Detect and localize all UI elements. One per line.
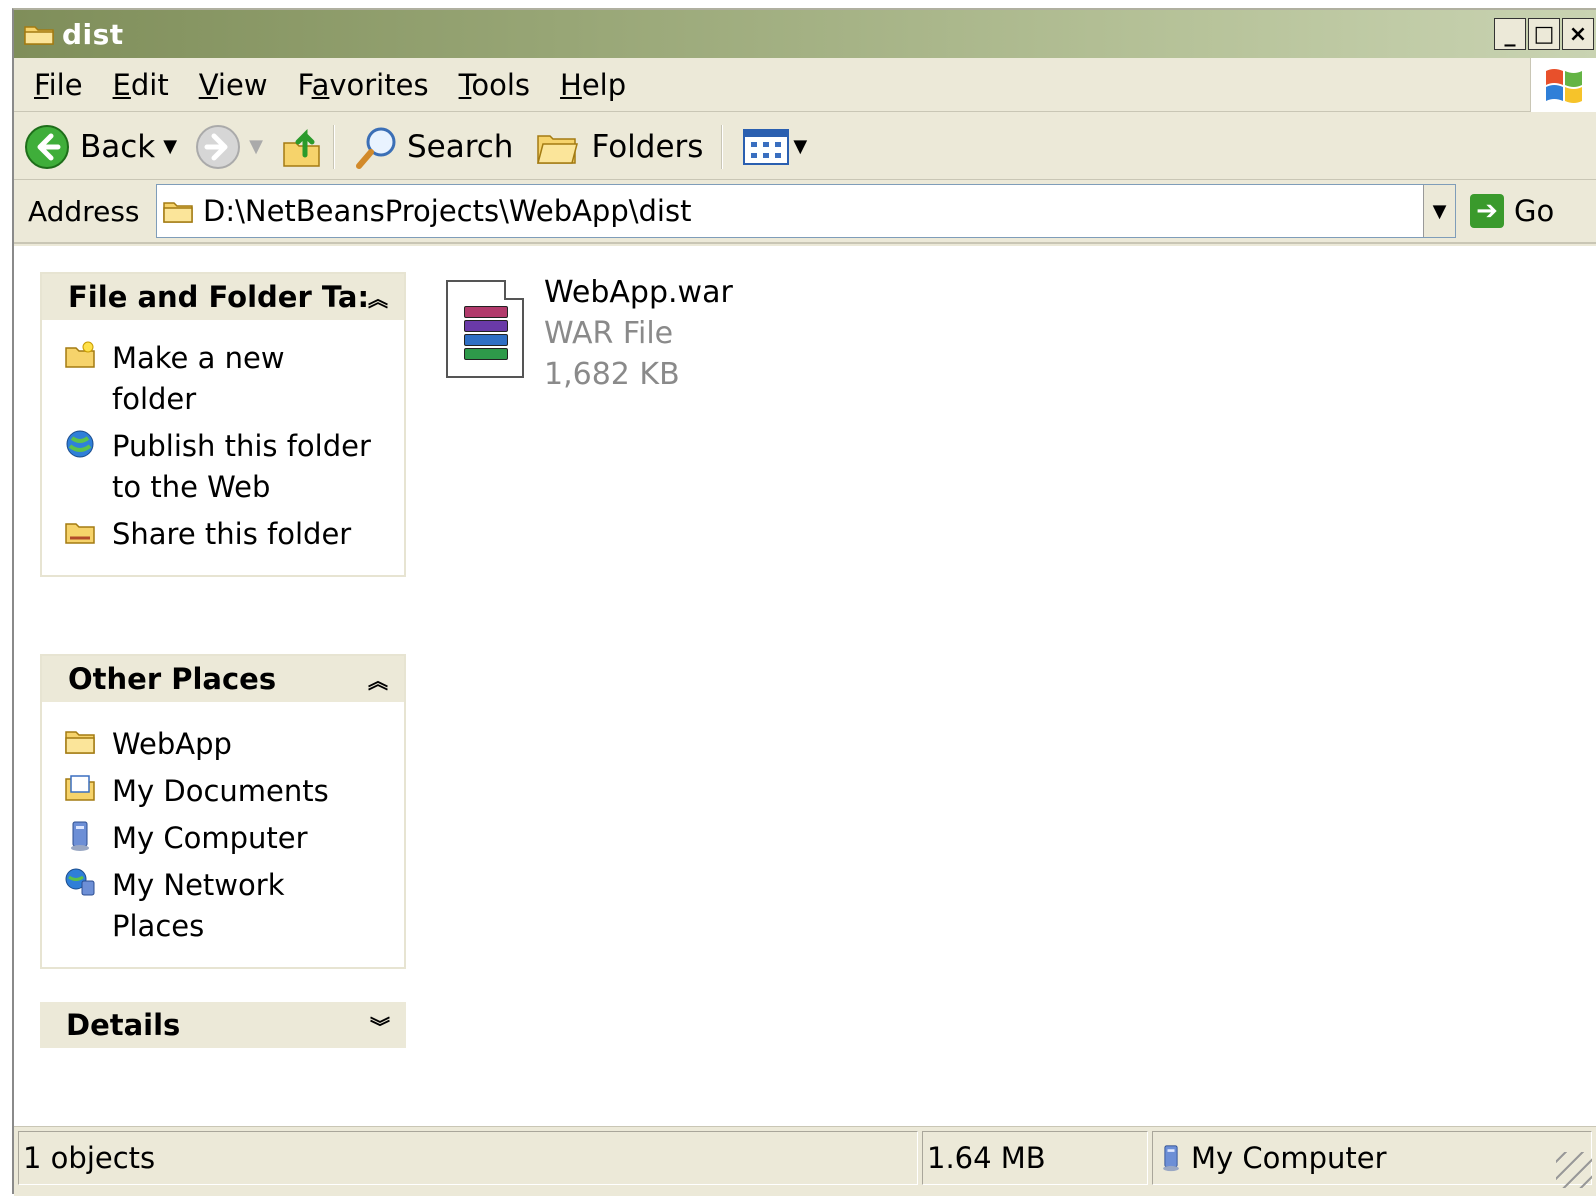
task-share-folder[interactable]: Share this folder bbox=[64, 514, 404, 555]
place-my-computer[interactable]: My Computer bbox=[64, 818, 404, 859]
menu-file[interactable]: File bbox=[34, 68, 83, 102]
search-button[interactable]: Search bbox=[355, 124, 514, 170]
forward-button[interactable]: ▼ bbox=[195, 124, 263, 170]
other-places-panel: Other Places ︽ WebApp My Documents My Co… bbox=[40, 654, 406, 969]
status-size-text: 1.64 MB bbox=[927, 1141, 1046, 1175]
resize-grip-icon[interactable] bbox=[1556, 1152, 1592, 1188]
views-dropdown-icon[interactable]: ▼ bbox=[793, 136, 807, 157]
go-label: Go bbox=[1514, 194, 1555, 228]
task-label: Publish this folder to the Web bbox=[112, 429, 371, 504]
my-computer-icon bbox=[71, 821, 89, 851]
back-label: Back bbox=[80, 128, 156, 165]
address-dropdown-icon[interactable]: ▼ bbox=[1423, 185, 1455, 237]
folder-icon bbox=[163, 202, 193, 223]
place-label: My Documents bbox=[112, 774, 329, 808]
collapse-chevron-icon[interactable]: ︽ bbox=[368, 283, 388, 312]
task-publish-folder[interactable]: Publish this folder to the Web bbox=[64, 426, 404, 508]
forward-arrow-icon bbox=[196, 124, 241, 169]
task-make-new-folder[interactable]: Make a new folder bbox=[64, 338, 404, 420]
details-panel: Details ︾ bbox=[40, 1002, 406, 1048]
place-webapp[interactable]: WebApp bbox=[64, 724, 404, 765]
up-folder-button[interactable] bbox=[281, 125, 323, 169]
close-button[interactable]: × bbox=[1562, 18, 1594, 50]
network-places-icon bbox=[65, 868, 95, 896]
tasks-panel-header[interactable]: File and Folder Ta: ︽ bbox=[42, 274, 404, 320]
status-size: 1.64 MB bbox=[922, 1131, 1148, 1185]
menu-edit[interactable]: Edit bbox=[113, 68, 169, 102]
back-arrow-icon bbox=[25, 124, 69, 169]
task-label: Share this folder bbox=[112, 517, 352, 551]
menu-favorites[interactable]: Favorites bbox=[298, 68, 429, 102]
toolbar-separator bbox=[721, 124, 724, 169]
status-objects-text: 1 objects bbox=[23, 1141, 156, 1175]
file-type: WAR File bbox=[544, 316, 674, 351]
details-panel-header[interactable]: Details ︾ bbox=[40, 1002, 406, 1048]
folders-button[interactable]: Folders bbox=[535, 126, 703, 168]
up-folder-icon bbox=[283, 128, 320, 167]
address-input[interactable]: D:\NetBeansProjects\WebApp\dist ▼ bbox=[156, 184, 1456, 238]
status-bar: 1 objects 1.64 MB My Computer bbox=[14, 1126, 1596, 1196]
menu-view[interactable]: View bbox=[199, 68, 268, 102]
address-path: D:\NetBeansProjects\WebApp\dist bbox=[203, 194, 692, 228]
tasks-panel-title: File and Folder Ta: bbox=[68, 280, 370, 314]
minimize-icon: _ bbox=[1504, 21, 1516, 47]
file-size: 1,682 KB bbox=[544, 357, 680, 392]
share-folder-icon bbox=[65, 523, 95, 544]
folder-icon bbox=[24, 23, 54, 45]
title-bar[interactable]: dist _ □ × bbox=[14, 10, 1596, 58]
status-objects: 1 objects bbox=[18, 1131, 918, 1185]
place-label: WebApp bbox=[112, 727, 232, 761]
search-label: Search bbox=[406, 128, 514, 165]
status-location-text: My Computer bbox=[1191, 1141, 1387, 1175]
menu-help[interactable]: Help bbox=[560, 68, 626, 102]
forward-dropdown-icon[interactable]: ▼ bbox=[249, 136, 263, 157]
places-panel-title: Other Places bbox=[68, 662, 277, 696]
content-area: File and Folder Ta: ︽ Make a new folder … bbox=[14, 246, 1596, 1126]
windows-logo-icon bbox=[1530, 58, 1596, 112]
window-title: dist bbox=[62, 17, 124, 51]
folder-icon bbox=[65, 731, 95, 754]
close-icon: × bbox=[1568, 21, 1588, 47]
toolbar-separator bbox=[332, 124, 335, 169]
back-dropdown-icon[interactable]: ▼ bbox=[163, 136, 177, 157]
war-archive-icon bbox=[446, 280, 524, 378]
place-label: My Computer bbox=[112, 821, 308, 855]
my-documents-icon bbox=[65, 775, 95, 801]
maximize-button[interactable]: □ bbox=[1528, 18, 1560, 50]
back-button[interactable]: Back ▼ bbox=[24, 124, 177, 170]
file-name: WebApp.war bbox=[544, 275, 733, 310]
file-folder-tasks-panel: File and Folder Ta: ︽ Make a new folder … bbox=[40, 272, 406, 577]
place-my-documents[interactable]: My Documents bbox=[64, 771, 404, 812]
views-icon bbox=[743, 128, 790, 165]
expand-chevron-icon[interactable]: ︾ bbox=[370, 1011, 390, 1040]
my-computer-icon bbox=[1163, 1145, 1179, 1172]
standard-toolbar: Back ▼ ▼ Search Folders ▼ bbox=[14, 114, 1596, 180]
places-panel-header[interactable]: Other Places ︽ bbox=[42, 656, 404, 702]
task-label: Make a new folder bbox=[112, 341, 285, 416]
menu-bar: File Edit View Favorites Tools Help bbox=[14, 58, 1596, 112]
address-label: Address bbox=[28, 194, 140, 228]
folders-label: Folders bbox=[591, 128, 704, 165]
go-arrow-icon: ➔ bbox=[1470, 194, 1504, 228]
maximize-icon: □ bbox=[1533, 21, 1555, 47]
go-button[interactable]: ➔ Go bbox=[1470, 194, 1554, 228]
address-bar: Address D:\NetBeansProjects\WebApp\dist … bbox=[14, 180, 1596, 244]
search-icon bbox=[355, 127, 396, 169]
new-folder-icon bbox=[65, 341, 95, 368]
status-location: My Computer bbox=[1152, 1131, 1592, 1185]
place-my-network[interactable]: My Network Places bbox=[64, 865, 404, 947]
menu-tools[interactable]: Tools bbox=[459, 68, 530, 102]
file-item[interactable]: WebApp.war WAR File 1,682 KB bbox=[446, 272, 733, 395]
minimize-button[interactable]: _ bbox=[1494, 18, 1526, 50]
details-panel-title: Details bbox=[66, 1008, 181, 1042]
explorer-window: dist _ □ × File Edit View Favorites Tool… bbox=[12, 8, 1596, 1196]
publish-web-icon bbox=[66, 430, 94, 458]
collapse-chevron-icon[interactable]: ︽ bbox=[368, 665, 388, 694]
folders-icon bbox=[537, 134, 579, 164]
views-button[interactable]: ▼ bbox=[743, 128, 807, 165]
place-label: My Network Places bbox=[112, 868, 285, 943]
